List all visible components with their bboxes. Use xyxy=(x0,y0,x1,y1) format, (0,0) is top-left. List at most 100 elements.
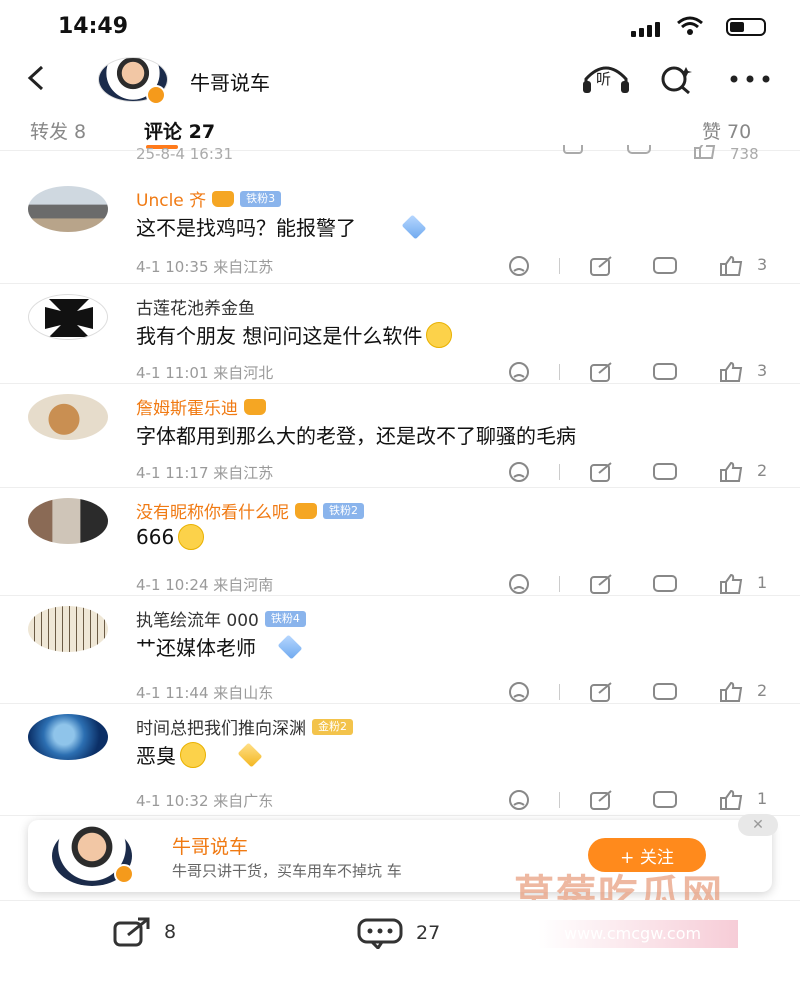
dislike-face-icon[interactable] xyxy=(507,789,531,811)
comment-icon xyxy=(357,918,403,949)
close-icon[interactable]: ✕ xyxy=(738,814,778,836)
page-title: 牛哥说车 xyxy=(190,71,270,95)
comment-icon[interactable] xyxy=(653,461,677,483)
comment-body: 字体都用到那么大的老登，还是改不了聊骚的毛病 xyxy=(136,424,576,448)
divider xyxy=(559,684,560,700)
comment-author[interactable]: 古莲花池养金鱼 xyxy=(136,294,255,319)
back-arrow-icon[interactable] xyxy=(22,63,52,93)
wifi-icon xyxy=(677,16,703,35)
author-name: 詹姆斯霍乐迪 xyxy=(136,399,238,419)
repost-count: 8 xyxy=(164,921,177,943)
tab-likes[interactable]: 赞 70 xyxy=(702,117,751,144)
status-time: 14:49 xyxy=(58,14,129,39)
dislike-face-icon[interactable] xyxy=(507,361,531,383)
top-nav: 牛哥说车 听 xyxy=(0,55,800,105)
verified-badge-icon xyxy=(114,864,134,884)
share-icon[interactable] xyxy=(589,361,613,383)
search-icon[interactable] xyxy=(656,63,696,95)
author-name: 执笔绘流年 000 xyxy=(136,611,259,631)
like-count: 2 xyxy=(757,461,768,480)
comment-text: 字体都用到那么大的老登，还是改不了聊骚的毛病 xyxy=(136,420,576,449)
list-item: 没有昵称你看什么呢 铁粉2 666 4-1 10:24 来自河南 1 xyxy=(0,488,800,596)
share-icon[interactable] xyxy=(562,145,588,157)
avatar[interactable] xyxy=(28,294,108,340)
comment-author[interactable]: 詹姆斯霍乐迪 xyxy=(136,394,266,419)
comment-actions: 3 xyxy=(505,361,775,383)
dislike-face-icon[interactable] xyxy=(507,573,531,595)
share-icon[interactable] xyxy=(589,681,613,703)
share-icon[interactable] xyxy=(589,461,613,483)
like-count: 3 xyxy=(757,255,768,274)
comment-actions: 2 xyxy=(505,461,775,483)
verified-badge-icon xyxy=(146,85,166,105)
banner-author-name[interactable]: 牛哥说车 xyxy=(172,832,248,859)
comment-author[interactable]: Uncle 齐 铁粉3 xyxy=(136,186,282,211)
author-name: 古莲花池养金鱼 xyxy=(136,299,255,319)
divider xyxy=(559,792,560,808)
list-item: 执笔绘流年 000 铁粉4 艹还媒体老师 4-1 11:44 来自山东 2 xyxy=(0,596,800,704)
tab-comments[interactable]: 评论 27 xyxy=(144,117,215,144)
repost-button[interactable]: 8 xyxy=(112,917,176,947)
like-icon[interactable] xyxy=(719,461,743,483)
cellular-signal-icon xyxy=(631,22,660,37)
crown-icon xyxy=(244,398,266,415)
comment-icon[interactable] xyxy=(653,573,677,595)
comment-icon[interactable] xyxy=(653,681,677,703)
comment-icon[interactable] xyxy=(653,361,677,383)
comment-text: 艹还媒体老师 xyxy=(136,632,304,661)
bottom-action-bar: 8 27 xyxy=(0,900,800,1000)
comment-meta: 4-1 10:24 来自河南 xyxy=(136,576,274,594)
like-icon[interactable] xyxy=(719,255,743,277)
comment-icon[interactable] xyxy=(653,255,677,277)
listen-label: 听 xyxy=(596,70,612,88)
like-icon[interactable] xyxy=(692,145,718,159)
share-icon[interactable] xyxy=(589,789,613,811)
like-count: 1 xyxy=(757,573,768,592)
avatar[interactable] xyxy=(28,186,108,232)
comment-text: 666 xyxy=(136,524,205,550)
crown-icon xyxy=(295,502,317,519)
comment-icon[interactable] xyxy=(626,145,652,157)
comment-body: 艹还媒体老师 xyxy=(136,636,256,660)
share-icon[interactable] xyxy=(589,255,613,277)
diamond-icon xyxy=(401,214,427,239)
gold-diamond-icon xyxy=(237,742,263,767)
like-icon[interactable] xyxy=(719,789,743,811)
dislike-face-icon[interactable] xyxy=(507,255,531,277)
divider xyxy=(559,464,560,480)
tab-repost[interactable]: 转发 8 xyxy=(30,117,86,144)
avatar[interactable] xyxy=(28,394,108,440)
like-icon[interactable] xyxy=(719,361,743,383)
dislike-face-icon[interactable] xyxy=(507,461,531,483)
fan-badge: 金粉2 xyxy=(312,718,353,735)
divider xyxy=(559,576,560,592)
repost-icon xyxy=(113,917,150,947)
like-icon[interactable] xyxy=(719,681,743,703)
dislike-face-icon[interactable] xyxy=(507,681,531,703)
avatar[interactable] xyxy=(28,606,108,652)
avatar[interactable] xyxy=(28,714,108,760)
comment-author[interactable]: 没有昵称你看什么呢 铁粉2 xyxy=(136,498,364,523)
comment-meta: 4-1 11:01 来自河北 xyxy=(136,364,274,382)
comment-meta: 25-8-4 16:31 xyxy=(136,145,233,163)
666-emoji-icon xyxy=(178,524,205,550)
comment-body: 这不是找鸡吗？能报警了 xyxy=(136,216,356,240)
share-icon[interactable] xyxy=(589,573,613,595)
avatar[interactable] xyxy=(28,498,108,544)
comment-body: 666 xyxy=(136,525,175,549)
comment-author[interactable]: 时间总把我们推向深渊 金粉2 xyxy=(136,714,353,739)
author-name: 没有昵称你看什么呢 xyxy=(136,503,289,523)
comment-button[interactable]: 27 xyxy=(356,917,440,949)
comment-actions: 1 xyxy=(505,573,775,595)
diamond-icon xyxy=(277,634,303,659)
more-options-icon[interactable] xyxy=(728,63,772,95)
listen-button[interactable]: 听 xyxy=(580,63,632,95)
comment-icon[interactable] xyxy=(653,789,677,811)
banner-subtitle: 牛哥只讲干货，买车用车不掉坑 车 xyxy=(172,862,402,880)
like-icon[interactable] xyxy=(719,573,743,595)
fan-badge: 铁粉2 xyxy=(323,502,364,519)
comment-author[interactable]: 执笔绘流年 000 铁粉4 xyxy=(136,606,306,631)
comment-meta: 4-1 11:44 来自山东 xyxy=(136,684,274,702)
list-item: Uncle 齐 铁粉3 这不是找鸡吗？能报警了 4-1 10:35 来自江苏 3 xyxy=(0,176,800,284)
status-bar: 14:49 xyxy=(0,0,800,55)
